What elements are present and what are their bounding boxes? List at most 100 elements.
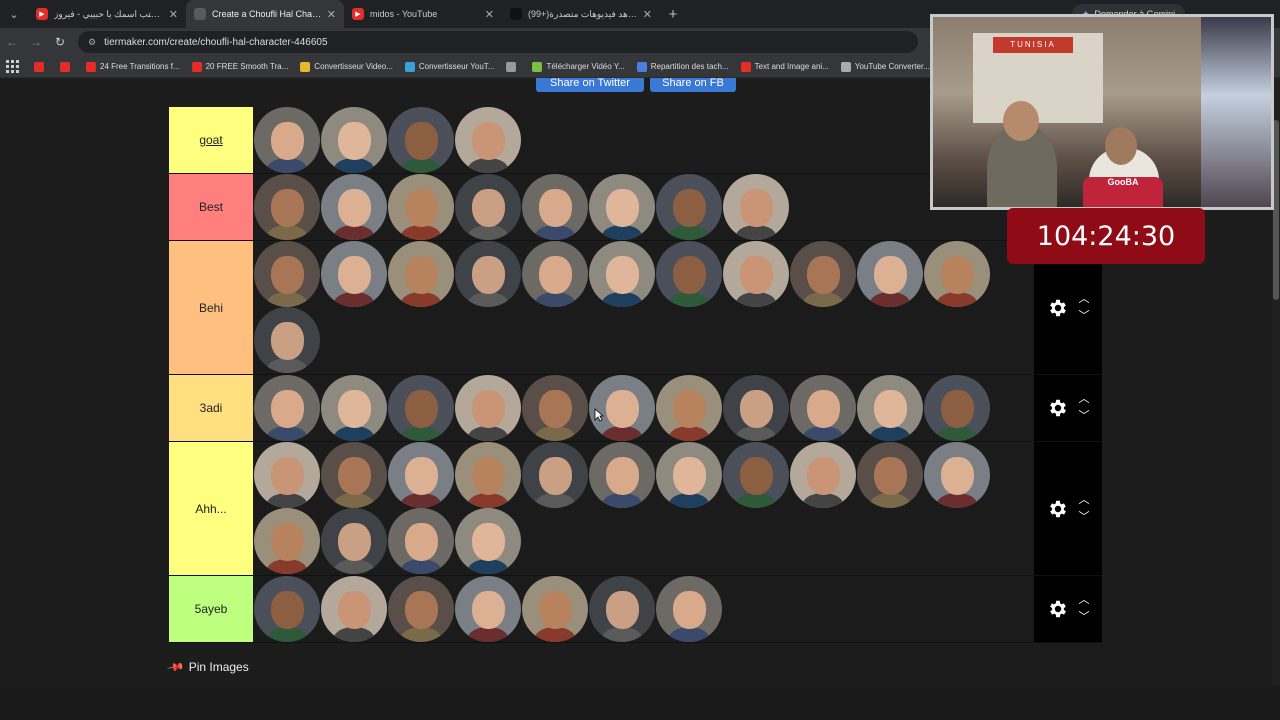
forward-arrow-icon[interactable]: → bbox=[24, 35, 48, 49]
gear-icon[interactable] bbox=[1047, 598, 1069, 620]
character-image[interactable] bbox=[388, 174, 454, 240]
browser-tab[interactable]: ▶ midos - YouTube ✕ bbox=[344, 0, 502, 28]
character-image[interactable] bbox=[388, 508, 454, 574]
bookmark-item[interactable] bbox=[60, 61, 74, 72]
character-image[interactable] bbox=[924, 241, 990, 307]
site-info-icon[interactable]: ⚙ bbox=[88, 37, 96, 48]
address-bar[interactable]: ⚙ tiermaker.com/create/choufli-hal-chara… bbox=[78, 31, 918, 53]
character-image[interactable] bbox=[589, 241, 655, 307]
character-image[interactable] bbox=[388, 107, 454, 173]
character-image[interactable] bbox=[656, 576, 722, 642]
character-image[interactable] bbox=[455, 375, 521, 441]
character-image[interactable] bbox=[790, 241, 856, 307]
character-image[interactable] bbox=[589, 442, 655, 508]
character-image[interactable] bbox=[522, 375, 588, 441]
character-image[interactable] bbox=[455, 241, 521, 307]
character-image[interactable] bbox=[857, 241, 923, 307]
close-tab-icon[interactable]: ✕ bbox=[327, 8, 336, 21]
character-image[interactable] bbox=[790, 375, 856, 441]
character-image[interactable] bbox=[321, 576, 387, 642]
character-image[interactable] bbox=[723, 442, 789, 508]
character-image[interactable] bbox=[254, 375, 320, 441]
character-image[interactable] bbox=[790, 442, 856, 508]
character-image[interactable] bbox=[522, 241, 588, 307]
bookmark-item[interactable]: Repartition des tach... bbox=[636, 61, 729, 72]
new-tab-button[interactable]: + bbox=[660, 6, 686, 23]
character-image[interactable] bbox=[321, 375, 387, 441]
character-image[interactable] bbox=[254, 442, 320, 508]
url-text[interactable]: tiermaker.com/create/choufli-hal-charact… bbox=[104, 37, 327, 48]
tier-label[interactable]: 5ayeb bbox=[169, 576, 253, 642]
bookmark-item[interactable]: 20 FREE Smooth Tra... bbox=[191, 61, 288, 72]
chevron-down-icon[interactable]: ﹀ bbox=[1079, 511, 1090, 522]
character-image[interactable] bbox=[388, 375, 454, 441]
tier-label[interactable]: Behi bbox=[169, 241, 253, 374]
tier-items[interactable] bbox=[253, 107, 1034, 173]
close-tab-icon[interactable]: ✕ bbox=[169, 8, 178, 21]
chevron-up-icon[interactable]: ︿ bbox=[1079, 595, 1090, 606]
character-image[interactable] bbox=[857, 375, 923, 441]
tier-label[interactable]: 3adi bbox=[169, 375, 253, 441]
character-image[interactable] bbox=[388, 576, 454, 642]
character-image[interactable] bbox=[254, 576, 320, 642]
character-image[interactable] bbox=[589, 576, 655, 642]
tier-items[interactable] bbox=[253, 174, 1034, 240]
tier-label[interactable]: goat bbox=[169, 107, 253, 173]
bookmark-item[interactable]: Convertisseur Video... bbox=[300, 61, 393, 72]
character-image[interactable] bbox=[254, 241, 320, 307]
chevron-up-icon[interactable]: ︿ bbox=[1079, 293, 1090, 304]
character-image[interactable] bbox=[857, 442, 923, 508]
character-image[interactable] bbox=[924, 375, 990, 441]
character-image[interactable] bbox=[455, 508, 521, 574]
tier-items[interactable] bbox=[253, 442, 1034, 575]
reload-icon[interactable]: ↻ bbox=[48, 35, 72, 49]
close-tab-icon[interactable]: ✕ bbox=[643, 8, 652, 21]
pin-images-toggle[interactable]: 📌 Pin Images bbox=[167, 659, 249, 677]
character-image[interactable] bbox=[522, 174, 588, 240]
bookmark-item[interactable]: YouTube Converter... bbox=[840, 61, 930, 72]
bookmark-item[interactable] bbox=[506, 61, 520, 72]
character-image[interactable] bbox=[321, 174, 387, 240]
bookmark-item[interactable]: Convertisseur YouT... bbox=[404, 61, 494, 72]
gear-icon[interactable] bbox=[1047, 297, 1069, 319]
character-image[interactable] bbox=[321, 241, 387, 307]
character-image[interactable] bbox=[455, 442, 521, 508]
character-image[interactable] bbox=[656, 174, 722, 240]
tier-items[interactable] bbox=[253, 576, 1034, 642]
character-image[interactable] bbox=[388, 241, 454, 307]
character-image[interactable] bbox=[388, 442, 454, 508]
character-image[interactable] bbox=[321, 508, 387, 574]
gear-icon[interactable] bbox=[1047, 397, 1069, 419]
character-image[interactable] bbox=[254, 307, 320, 373]
browser-tab[interactable]: ▶ ﺑﻜﺘﺐ اﺳﻤﻚ ﻳﺎ ﺣﺒﻴﺒﻲ - ﻓﻴﺮوز | be ✕ bbox=[28, 0, 186, 28]
tier-items[interactable] bbox=[253, 241, 1034, 374]
tier-label[interactable]: Best bbox=[169, 174, 253, 240]
share-facebook-button[interactable]: Share on FB bbox=[650, 78, 736, 92]
chevron-down-icon[interactable]: ﹀ bbox=[1079, 310, 1090, 321]
apps-grid-icon[interactable] bbox=[6, 59, 20, 74]
character-image[interactable] bbox=[254, 107, 320, 173]
character-image[interactable] bbox=[924, 442, 990, 508]
character-image[interactable] bbox=[522, 576, 588, 642]
character-image[interactable] bbox=[522, 442, 588, 508]
chevron-up-icon[interactable]: ︿ bbox=[1079, 394, 1090, 405]
browser-tab[interactable]: (99+)ﺷﺎﻫﺪ ﻓﻴﺪﻳﻮﻫﺎت ﻣﺘﺼﺪرة | ✕ bbox=[502, 0, 660, 28]
character-image[interactable] bbox=[455, 174, 521, 240]
share-twitter-button[interactable]: Share on Twitter bbox=[536, 78, 644, 92]
character-image[interactable] bbox=[656, 375, 722, 441]
character-image[interactable] bbox=[254, 174, 320, 240]
character-image[interactable] bbox=[656, 241, 722, 307]
chevron-down-icon[interactable]: ﹀ bbox=[1079, 612, 1090, 623]
character-image[interactable] bbox=[254, 508, 320, 574]
chevron-down-icon[interactable]: ﹀ bbox=[1079, 411, 1090, 422]
gear-icon[interactable] bbox=[1047, 498, 1069, 520]
character-image[interactable] bbox=[723, 174, 789, 240]
bookmark-item[interactable]: 24 Free Transitions f... bbox=[86, 61, 180, 72]
character-image[interactable] bbox=[455, 576, 521, 642]
tab-search-chevron-icon[interactable]: ⌄ bbox=[0, 0, 28, 28]
character-image[interactable] bbox=[321, 442, 387, 508]
tier-label[interactable]: Ahh... bbox=[169, 442, 253, 575]
character-image[interactable] bbox=[656, 442, 722, 508]
back-arrow-icon[interactable]: ← bbox=[0, 35, 24, 49]
character-image[interactable] bbox=[723, 375, 789, 441]
